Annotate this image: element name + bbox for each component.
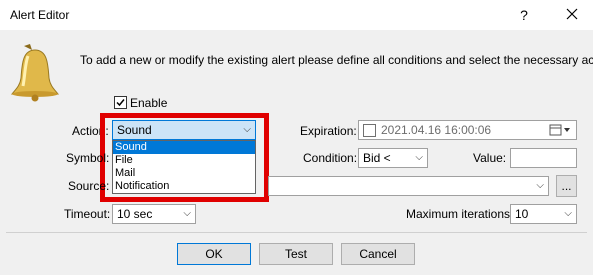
enable-label: Enable [130, 96, 168, 110]
window-title: Alert Editor [10, 8, 70, 22]
max-iterations-select[interactable]: 10 ⌵ [510, 204, 577, 224]
calendar-icon[interactable] [549, 123, 571, 140]
chevron-down-icon: ⌵ [536, 180, 544, 191]
ok-button[interactable]: OK [177, 243, 251, 265]
chevron-down-icon: ⌵ [564, 208, 572, 219]
source-label: Source: [68, 179, 110, 193]
symbol-label: Symbol: [66, 151, 110, 165]
title-bar [0, 0, 593, 30]
max-iterations-value: 10 [515, 207, 529, 221]
chevron-down-icon: ⌵ [415, 152, 423, 163]
help-button[interactable]: ? [514, 5, 534, 25]
enable-checkbox[interactable] [114, 96, 127, 109]
max-iterations-label: Maximum iterations: [406, 207, 514, 221]
value-label: Value: [473, 151, 507, 165]
chevron-down-icon: ⌵ [183, 208, 191, 219]
bell-icon [10, 44, 60, 102]
expiration-datetime[interactable]: 2021.04.16 16:00:06 [358, 120, 577, 140]
close-button[interactable] [562, 5, 582, 25]
close-icon [566, 8, 578, 20]
expiration-value: 2021.04.16 16:00:06 [381, 123, 492, 137]
check-icon [116, 99, 125, 107]
timeout-label: Timeout: [64, 207, 111, 221]
browse-button[interactable]: ... [556, 175, 577, 197]
condition-label: Condition: [303, 151, 358, 165]
timeout-select[interactable]: 10 sec ⌵ [112, 204, 196, 224]
separator [6, 232, 587, 233]
intro-text: To add a new or modify the existing aler… [80, 53, 593, 67]
timeout-select-value: 10 sec [117, 207, 153, 221]
value-input[interactable] [510, 148, 577, 168]
expiration-label: Expiration: [300, 124, 357, 138]
test-button[interactable]: Test [259, 243, 333, 265]
condition-select[interactable]: Bid < ⌵ [358, 148, 428, 168]
source-select[interactable]: ⌵ [268, 176, 549, 196]
condition-select-value: Bid < [363, 151, 391, 165]
expiration-checkbox[interactable] [363, 124, 376, 137]
cancel-button[interactable]: Cancel [341, 243, 415, 265]
highlight-box [100, 113, 269, 202]
